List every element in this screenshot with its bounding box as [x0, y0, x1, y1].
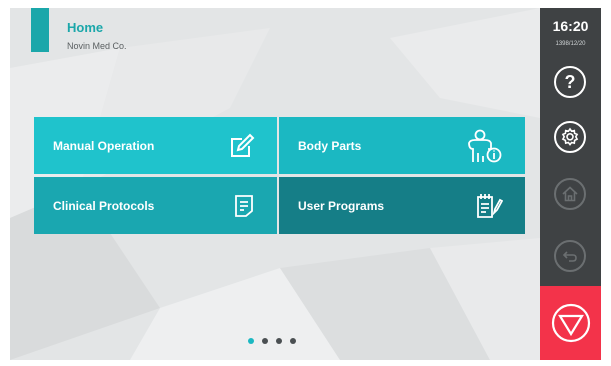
- clock-date: 1398/12/20: [555, 41, 586, 47]
- back-button[interactable]: [554, 240, 586, 272]
- tile-label: Clinical Protocols: [53, 198, 155, 213]
- tile-clinical-protocols[interactable]: Clinical Protocols: [34, 177, 277, 234]
- page-dot[interactable]: [276, 338, 282, 344]
- tile-manual-operation[interactable]: Manual Operation: [34, 117, 277, 174]
- tile-user-programs[interactable]: User Programs: [279, 177, 525, 234]
- help-button[interactable]: ?: [554, 66, 586, 98]
- stop-icon: [551, 303, 590, 343]
- help-icon: ?: [564, 71, 576, 92]
- body-info-icon: [468, 129, 502, 162]
- gear-icon: [561, 127, 579, 146]
- page-dot[interactable]: [262, 338, 268, 344]
- company-name: Novin Med Co.: [67, 41, 127, 51]
- page-dot-active[interactable]: [248, 338, 254, 344]
- tile-body-parts[interactable]: Body Parts: [279, 117, 525, 174]
- edit-icon: [231, 133, 255, 157]
- tile-label: User Programs: [298, 198, 385, 213]
- app-frame: Home Novin Med Co. Manual Operation Body…: [10, 8, 601, 360]
- home-button[interactable]: [554, 178, 586, 210]
- tile-label: Body Parts: [298, 138, 362, 153]
- clock-time: 16:20: [552, 18, 589, 34]
- page-dot[interactable]: [290, 338, 296, 344]
- home-icon: [562, 186, 578, 202]
- document-icon: [235, 194, 253, 217]
- back-icon: [562, 251, 577, 262]
- emergency-stop-button[interactable]: [540, 286, 601, 360]
- header-accent-bar: [31, 8, 49, 52]
- sidebar: 16:20 1398/12/20 ?: [540, 8, 601, 360]
- tile-label: Manual Operation: [53, 138, 155, 153]
- page-indicator: [248, 338, 296, 344]
- page-title: Home: [67, 20, 104, 35]
- settings-button[interactable]: [554, 121, 586, 153]
- notepad-pencil-icon: [477, 193, 503, 218]
